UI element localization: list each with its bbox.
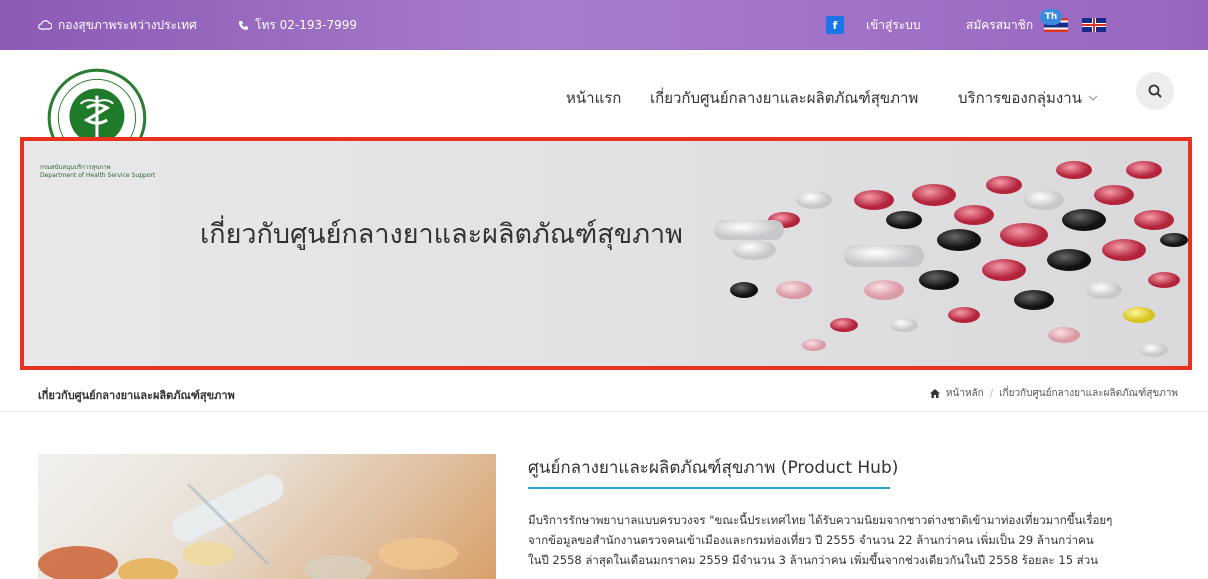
login-link[interactable]: เข้าสู่ระบบ [866, 0, 921, 50]
lang-english-button[interactable] [1082, 0, 1106, 50]
org-link[interactable]: กองสุขภาพระหว่างประเทศ [38, 0, 197, 50]
breadcrumb-home-link[interactable]: หน้าหลัก [946, 386, 984, 401]
chevron-down-icon [1088, 95, 1098, 101]
facebook-icon: f [826, 16, 844, 34]
medicine-photo [38, 474, 458, 579]
login-label: เข้าสู่ระบบ [866, 17, 921, 32]
register-link[interactable]: สมัครสมาชิก [966, 0, 1033, 50]
lang-badge: Th [1040, 9, 1062, 25]
search-icon [1148, 84, 1162, 98]
register-label: สมัครสมาชิก [966, 17, 1034, 32]
logo-caption: กรมสนับสนุนบริการสุขภาพ Department of He… [40, 164, 156, 179]
search-button[interactable] [1136, 72, 1174, 110]
phone-icon [239, 20, 248, 30]
org-link-label: กองสุขภาพระหว่างประเทศ [58, 17, 197, 32]
article-line: จากข้อมูลขอสำนักงานตรวจคนเข้าเมืองและกรม… [528, 533, 1094, 547]
pills-image [714, 161, 1188, 357]
nav-services-label: บริการของกลุ่มงาน [958, 89, 1082, 107]
phone-number: โทร 02-193-7999 [255, 17, 357, 32]
uk-flag-icon [1082, 18, 1106, 32]
cloud-icon [38, 20, 52, 30]
facebook-link[interactable]: f [826, 0, 844, 50]
phone-info: โทร 02-193-7999 [238, 0, 357, 50]
page-title: เกี่ยวกับศูนย์กลางยาและผลิตภัณฑ์สุขภาพ [38, 389, 235, 402]
page-banner: เกี่ยวกับศูนย์กลางยาและผลิตภัณฑ์สุขภาพ [24, 140, 1190, 370]
article-title: ศูนย์กลางยาและผลิตภัณฑ์สุขภาพ (Product H… [528, 458, 899, 478]
nav-services[interactable]: บริการของกลุ่มงาน [958, 86, 1098, 110]
top-bar: กองสุขภาพระหว่างประเทศ โทร 02-193-7999 f… [0, 0, 1208, 50]
title-underline [528, 487, 890, 489]
banner-title: เกี่ยวกับศูนย์กลางยาและผลิตภัณฑ์สุขภาพ [200, 219, 683, 250]
article-line: มีบริการรักษาพยาบาลแบบครบวงจร "ขณะนี้ประ… [528, 513, 1113, 527]
article-body: มีบริการรักษาพยาบาลแบบครบวงจร "ขณะนี้ประ… [528, 510, 1188, 570]
lang-thai-button[interactable] [1044, 0, 1068, 50]
article-image [38, 454, 496, 579]
breadcrumb-path: หน้าหลัก / เกี่ยวกับศูนย์กลางยาและผลิตภั… [929, 386, 1178, 401]
breadcrumb: เกี่ยวกับศูนย์กลางยาและผลิตภัณฑ์สุขภาพ ห… [0, 378, 1208, 412]
nav-about[interactable]: เกี่ยวกับศูนย์กลางยาและผลิตภัณฑ์สุขภาพ [650, 86, 918, 110]
breadcrumb-current: เกี่ยวกับศูนย์กลางยาและผลิตภัณฑ์สุขภาพ [999, 388, 1178, 399]
nav-home[interactable]: หน้าแรก [566, 86, 621, 110]
home-icon [929, 389, 940, 398]
article-line: ในปี 2558 ล่าสุดในเดือนมกราคม 2559 มีจำน… [528, 553, 1099, 567]
breadcrumb-separator: / [989, 388, 994, 399]
